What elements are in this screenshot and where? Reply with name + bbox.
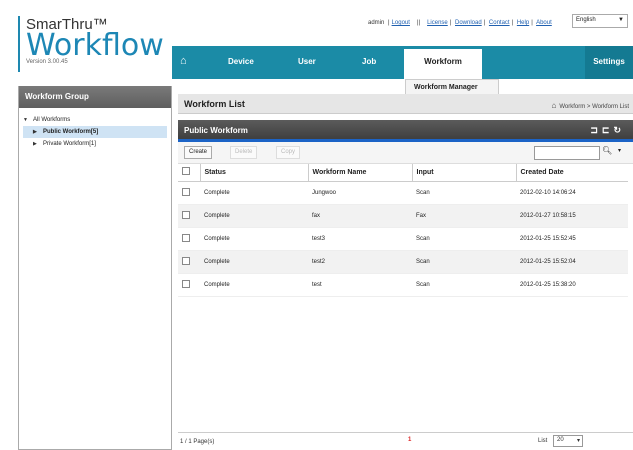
product-name: Workflow — [26, 28, 164, 63]
status-cell: Complete — [200, 227, 308, 251]
chevron-down-icon: ▼ — [618, 17, 624, 23]
table-row[interactable]: Complete test Scan 2012-01-25 15:38:20 — [178, 273, 628, 297]
workform-group-panel: Workform Group ▼ All Workforms ▶ Public … — [18, 86, 172, 450]
chevron-down-icon[interactable]: ▾ — [618, 147, 621, 154]
nav-workform[interactable]: Workform — [404, 49, 482, 79]
copy-button[interactable]: Copy — [276, 146, 301, 159]
download-link[interactable]: Download — [455, 20, 482, 26]
col-created-date[interactable]: Created Date — [515, 164, 628, 182]
workform-list-panel: Workform List ⌂ Workform > Workform List … — [178, 94, 633, 450]
date-cell: 2012-01-25 15:52:04 — [516, 250, 628, 274]
status-cell: Complete — [200, 273, 308, 297]
language-value: English — [576, 17, 596, 23]
brand-logo: SmarThru™ Workflow Version 3.00.45 — [18, 16, 164, 72]
breadcrumb: ⌂ Workform > Workform List — [552, 101, 629, 110]
table-row[interactable]: Complete test2 Scan 2012-01-25 15:52:04 — [178, 250, 628, 274]
name-cell: fax — [308, 204, 412, 228]
nav-settings[interactable]: Settings — [585, 46, 633, 79]
date-cell: 2012-01-25 15:52:45 — [516, 227, 628, 251]
page-title: Workform List — [184, 99, 245, 109]
tree-item-all[interactable]: ▼ All Workforms — [23, 114, 167, 126]
breadcrumb-text: Workform > Workform List — [559, 104, 629, 110]
input-cell: Scan — [412, 227, 516, 251]
section-title: Public Workform — [184, 126, 248, 135]
table-row[interactable]: Complete fax Fax 2012-01-27 10:58:15 — [178, 204, 628, 228]
contact-link[interactable]: Contact — [489, 20, 510, 26]
name-cell: test2 — [308, 250, 412, 274]
main-nav: ⌂ Device User Job Workform Settings — [172, 46, 633, 79]
col-status[interactable]: Status — [199, 164, 308, 182]
name-cell: Jungwoo — [308, 181, 412, 205]
page-count: 1 / 1 Page(s) — [180, 439, 215, 445]
home-icon: ⌂ — [551, 101, 557, 110]
list-size-select[interactable]: 20 ▾ — [553, 435, 583, 447]
list-label: List — [538, 438, 548, 444]
date-cell: 2012-01-27 10:58:15 — [516, 204, 628, 228]
about-link[interactable]: About — [536, 20, 552, 26]
help-link[interactable]: Help — [517, 20, 529, 26]
page-indicator: 1 — [408, 437, 412, 443]
table-row[interactable]: Complete Jungwoo Scan 2012-02-10 14:06:2… — [178, 181, 628, 205]
search-input[interactable] — [534, 146, 600, 160]
collapsed-icon[interactable]: ▶ — [33, 141, 43, 147]
col-input[interactable]: Input — [411, 164, 516, 182]
top-links: admin | Logout || License | Download | Cont… — [368, 20, 552, 26]
section-header: Public Workform ⊐⊏↻ — [178, 120, 633, 142]
license-link[interactable]: License — [427, 20, 448, 26]
row-checkbox[interactable] — [178, 250, 200, 274]
chevron-down-icon: ▾ — [576, 438, 580, 444]
home-icon[interactable]: ⌂ — [180, 55, 192, 67]
workform-tree: ▼ All Workforms ▶ Public Workform[5] ▶ P… — [19, 108, 171, 156]
input-cell: Scan — [412, 273, 516, 297]
row-checkbox[interactable] — [178, 273, 200, 297]
nav-device[interactable]: Device — [228, 57, 254, 66]
refresh-icon[interactable]: ↻ — [613, 125, 625, 135]
nav-user[interactable]: User — [298, 57, 316, 66]
expanded-icon[interactable]: ▼ — [23, 117, 33, 123]
name-cell: test — [308, 273, 412, 297]
table-footer: 1 / 1 Page(s) 1 List 20 ▾ — [178, 432, 633, 450]
tree-label: Private Workform[1] — [43, 141, 96, 147]
username: admin — [368, 20, 385, 26]
date-cell: 2012-02-10 14:06:24 — [516, 181, 628, 205]
collapse-icon[interactable]: ⊐⊏ — [590, 125, 613, 135]
status-cell: Complete — [200, 204, 308, 228]
row-checkbox[interactable] — [178, 204, 200, 228]
panel-title: Workform Group — [19, 86, 171, 108]
collapsed-icon[interactable]: ▶ — [33, 129, 43, 135]
select-all-checkbox[interactable] — [178, 164, 200, 182]
language-select[interactable]: English ▼ — [572, 14, 628, 28]
search-icon[interactable]: 🔍︎ — [602, 146, 616, 160]
logout-link[interactable]: Logout — [392, 20, 410, 26]
row-checkbox[interactable] — [178, 227, 200, 251]
status-cell: Complete — [200, 250, 308, 274]
input-cell: Scan — [412, 181, 516, 205]
row-checkbox[interactable] — [178, 181, 200, 205]
table-row[interactable]: Complete test3 Scan 2012-01-25 15:52:45 — [178, 227, 628, 251]
tree-label: Public Workform[5] — [43, 129, 99, 135]
tree-item-public[interactable]: ▶ Public Workform[5] — [23, 126, 167, 138]
input-cell: Fax — [412, 204, 516, 228]
date-cell: 2012-01-25 15:38:20 — [516, 273, 628, 297]
tree-label: All Workforms — [33, 117, 71, 123]
input-cell: Scan — [412, 250, 516, 274]
name-cell: test3 — [308, 227, 412, 251]
page-title-bar: Workform List ⌂ Workform > Workform List — [178, 94, 633, 114]
delete-button[interactable]: Delete — [230, 146, 258, 159]
toolbar: Create Delete Copy 🔍︎ ▾ — [178, 142, 633, 164]
create-button[interactable]: Create — [184, 146, 213, 159]
workform-table: Status Workform Name Input Created Date … — [178, 164, 628, 297]
list-size-value: 20 — [557, 437, 564, 443]
col-workform-name[interactable]: Workform Name — [307, 164, 412, 182]
status-cell: Complete — [200, 181, 308, 205]
tree-item-private[interactable]: ▶ Private Workform[1] — [23, 138, 167, 150]
nav-job[interactable]: Job — [362, 57, 376, 66]
